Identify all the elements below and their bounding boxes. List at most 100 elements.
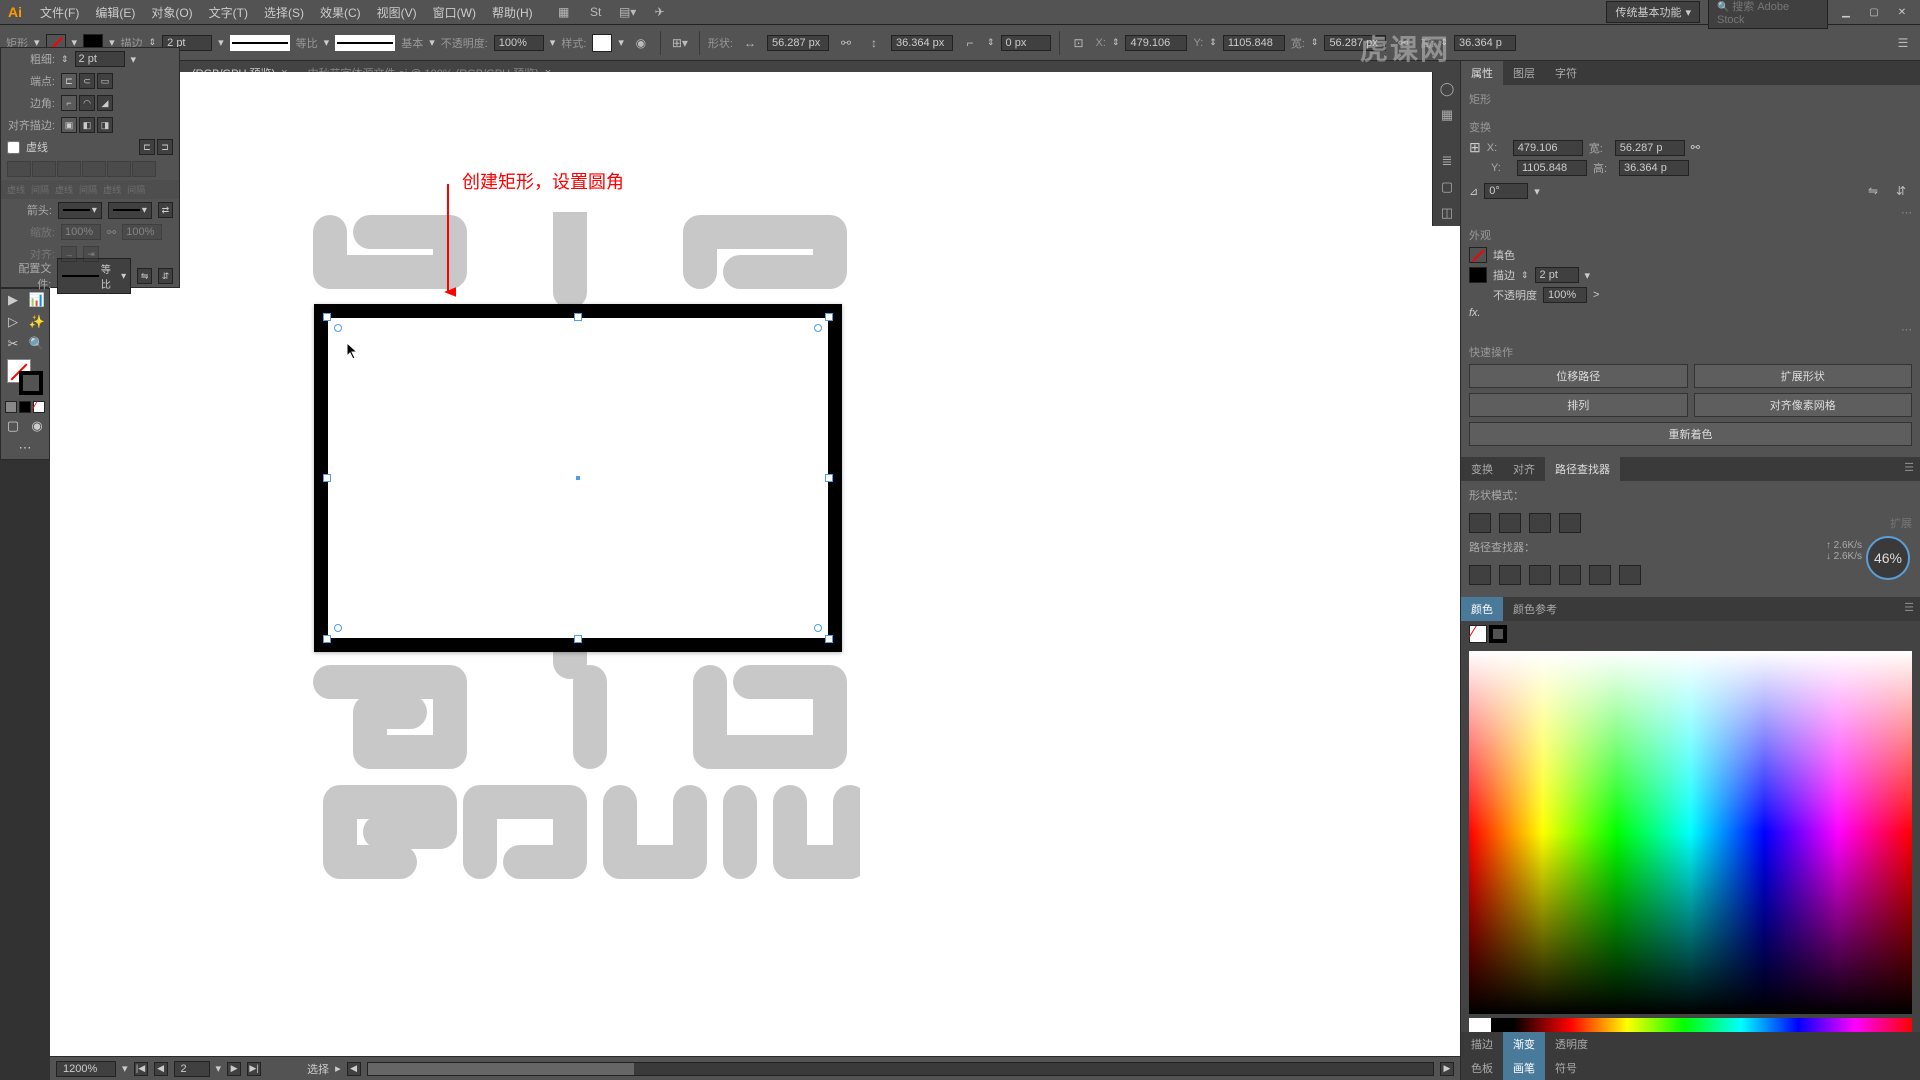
prev-artboard-icon[interactable]: ◀	[154, 1062, 168, 1076]
arrow-start[interactable]: ▾	[58, 202, 102, 219]
transform-icon[interactable]: ⊡	[1068, 32, 1090, 54]
screen-mode-icon[interactable]: ▢	[1, 415, 25, 437]
flip-icon[interactable]: ⇋	[137, 268, 152, 284]
dock-artboard-icon[interactable]: ▢	[1433, 174, 1461, 200]
align-inside-icon[interactable]: ◧	[79, 117, 95, 133]
selected-rectangle[interactable]	[314, 304, 842, 652]
link-wh-icon[interactable]: ⚯	[835, 32, 857, 54]
tab-stroke2[interactable]: 描边	[1461, 1032, 1503, 1056]
menu-effect[interactable]: 效果(C)	[312, 4, 369, 21]
align-outside-icon[interactable]: ◨	[97, 117, 113, 133]
prop-w-input[interactable]	[1615, 140, 1685, 156]
cap-butt-icon[interactable]: ⊏	[61, 73, 77, 89]
panel-menu-icon[interactable]: ☰	[1898, 597, 1920, 621]
menu-window[interactable]: 窗口(W)	[425, 4, 484, 21]
h-scrollbar[interactable]	[367, 1062, 1434, 1076]
dash-align2-icon[interactable]: ⊐	[157, 139, 173, 155]
arrange-icon[interactable]: ▤▾	[617, 1, 639, 23]
tab-properties[interactable]: 属性	[1461, 61, 1503, 85]
swap-arrows-icon[interactable]: ⇄	[158, 202, 173, 218]
recolor-button[interactable]: 重新着色	[1469, 422, 1912, 446]
gradient-mode-icon[interactable]	[19, 401, 31, 413]
opacity2-input[interactable]	[1543, 287, 1587, 303]
tab-swatches[interactable]: 色板	[1461, 1056, 1503, 1080]
tab-transform[interactable]: 变换	[1461, 457, 1503, 481]
tab-gradient[interactable]: 渐变	[1503, 1032, 1545, 1056]
search-input[interactable]: 🔍 搜索 Adobe Stock	[1708, 0, 1828, 29]
dock-color-icon[interactable]: ◯	[1433, 76, 1461, 102]
stroke-w2-input[interactable]	[1535, 267, 1579, 283]
offset-path-button[interactable]: 位移路径	[1469, 364, 1688, 388]
stroke-swatch2[interactable]	[1469, 267, 1487, 283]
edit-tools-icon[interactable]: ⋯	[1, 437, 49, 459]
zoom-tool-icon[interactable]: 🔍	[25, 333, 49, 355]
y-input[interactable]	[1223, 35, 1285, 51]
tab-layers[interactable]: 图层	[1503, 61, 1545, 85]
dashed-checkbox[interactable]	[7, 141, 20, 154]
shape-h-input[interactable]	[891, 35, 953, 51]
scroll-left-icon[interactable]: ◀	[347, 1062, 361, 1076]
tab-chars[interactable]: 字符	[1545, 61, 1587, 85]
minus-front-icon[interactable]	[1499, 513, 1521, 533]
dock-asset-icon[interactable]: ◫	[1433, 200, 1461, 226]
tab-transparency[interactable]: 透明度	[1545, 1032, 1598, 1056]
expand-shape-button[interactable]: 扩展形状	[1694, 364, 1913, 388]
align-icon[interactable]: ⊞▾	[669, 32, 691, 54]
scroll-right-icon[interactable]: ▶	[1440, 1062, 1454, 1076]
align-center-icon[interactable]: ▣	[61, 117, 77, 133]
stroke-profile-swatch[interactable]	[230, 35, 290, 51]
fill-stroke-swatch[interactable]	[1, 355, 49, 399]
shape-w-input[interactable]	[767, 35, 829, 51]
prop-x-input[interactable]	[1513, 140, 1583, 156]
join-miter-icon[interactable]: ⌐	[61, 95, 77, 111]
dash-align1-icon[interactable]: ⊏	[139, 139, 155, 155]
h-input[interactable]	[1454, 35, 1516, 51]
maximize-icon[interactable]: ▢	[1864, 5, 1884, 19]
color-stroke-swatch[interactable]	[1489, 625, 1507, 643]
stock-icon[interactable]: St	[585, 1, 607, 23]
join-round-icon[interactable]: ◠	[79, 95, 95, 111]
style-swatch[interactable]	[592, 34, 612, 52]
menu-file[interactable]: 文件(F)	[32, 4, 87, 21]
graph-tool-icon[interactable]: 📊	[25, 289, 49, 311]
unite-icon[interactable]	[1469, 513, 1491, 533]
cap-round-icon[interactable]: ⊂	[79, 73, 95, 89]
next-artboard-icon[interactable]: ▶	[227, 1062, 241, 1076]
minus-back-icon[interactable]	[1619, 565, 1641, 585]
fill-swatch2[interactable]	[1469, 247, 1487, 263]
cap-square-icon[interactable]: ▭	[97, 73, 113, 89]
tab-pathfinder[interactable]: 路径查找器	[1545, 457, 1620, 481]
join-bevel-icon[interactable]: ◢	[97, 95, 113, 111]
menu-type[interactable]: 文字(T)	[201, 4, 256, 21]
merge-icon[interactable]	[1529, 565, 1551, 585]
stroke-weight-field[interactable]	[75, 51, 125, 67]
none-mode-icon[interactable]: ⁄	[33, 401, 45, 413]
dock-layers-icon[interactable]: ≣	[1433, 148, 1461, 174]
flip2-icon[interactable]: ⇵	[158, 268, 173, 284]
corner-input[interactable]	[1001, 35, 1051, 51]
brush-def-swatch[interactable]	[335, 35, 395, 51]
recolor-icon[interactable]: ◉	[630, 32, 652, 54]
gpu-icon[interactable]: ✈	[649, 1, 671, 23]
zoom-input[interactable]: 1200%	[56, 1061, 116, 1077]
arrange-button[interactable]: 排列	[1469, 393, 1688, 417]
hue-bar[interactable]	[1469, 1018, 1912, 1032]
intersect-icon[interactable]	[1529, 513, 1551, 533]
shape-w-icon[interactable]: ↔	[739, 32, 761, 54]
exclude-icon[interactable]	[1559, 513, 1581, 533]
selection-tool-icon[interactable]: ▶	[1, 289, 25, 311]
color-fill-swatch[interactable]: ⁄	[1469, 625, 1487, 643]
prop-h-input[interactable]	[1619, 160, 1689, 176]
panel-menu-icon[interactable]: ☰	[1892, 32, 1914, 54]
pixel-align-button[interactable]: 对齐像素网格	[1694, 393, 1913, 417]
arrow-end[interactable]: ▾	[108, 202, 152, 219]
x-input[interactable]	[1125, 35, 1187, 51]
prop-y-input[interactable]	[1517, 160, 1587, 176]
fx-label[interactable]: fx.	[1469, 307, 1481, 319]
bridge-icon[interactable]: ▦	[553, 1, 575, 23]
angle-input[interactable]	[1484, 183, 1528, 199]
flip-h-icon[interactable]: ⇋	[1862, 180, 1884, 202]
dock-swatch-icon[interactable]: ▦	[1433, 102, 1461, 128]
direct-select-icon[interactable]: ▷	[1, 311, 25, 333]
corner-type-icon[interactable]: ⌐	[959, 32, 981, 54]
